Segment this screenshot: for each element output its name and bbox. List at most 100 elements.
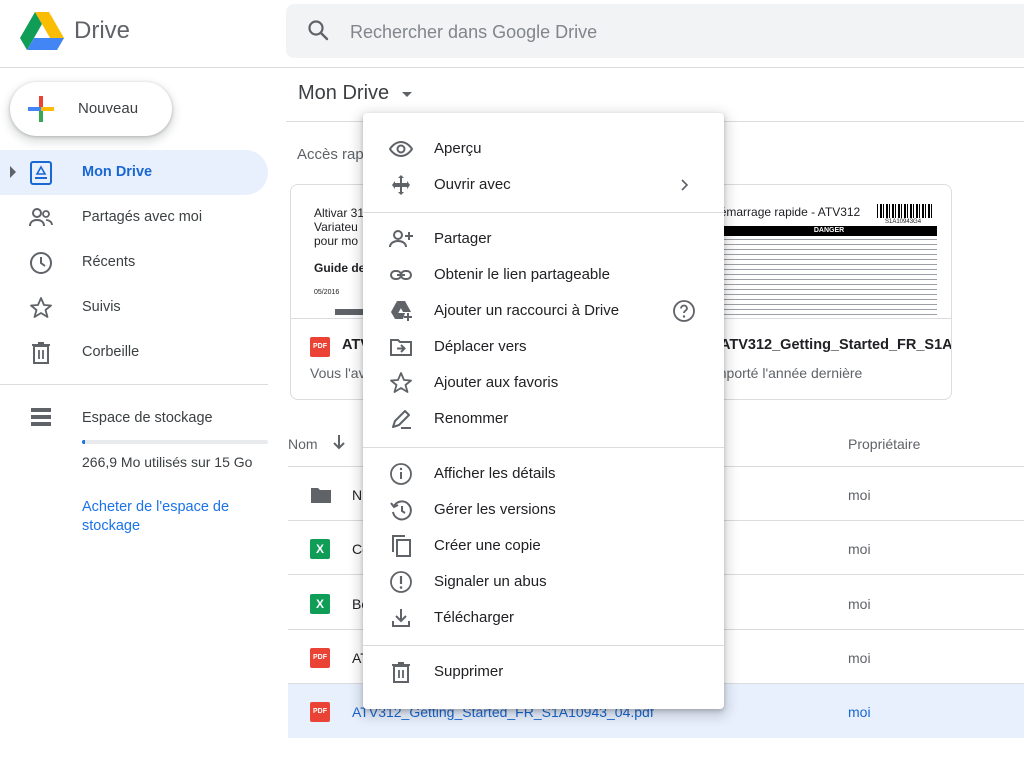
star-icon (28, 295, 54, 321)
thumb-date: 05/2016 (314, 289, 340, 296)
menu-item-rename[interactable]: Renommer (363, 401, 724, 437)
thumb-text-line: pour mo (314, 234, 359, 248)
menu-item-move-to[interactable]: Déplacer vers (363, 329, 724, 365)
menu-divider (363, 645, 724, 646)
buy-storage-link[interactable]: Acheter de l'espace de stockage (82, 498, 262, 536)
sidebar-item-label: Partagés avec moi (82, 209, 203, 225)
file-owner: moi (848, 650, 871, 666)
sidebar-item-my-drive[interactable]: Mon Drive (0, 150, 268, 195)
search-icon[interactable] (306, 18, 330, 42)
file-thumbnail: Guide de démarrage rapide - ATV312 S1A10… (701, 185, 951, 319)
menu-item-delete[interactable]: Supprimer (363, 654, 724, 690)
sidebar-item-label: Corbeille (82, 344, 140, 360)
trash-icon (28, 340, 54, 366)
menu-item-label: Aperçu (434, 140, 482, 157)
file-owner: moi (848, 704, 871, 720)
card-subtitle: Vous l'av (310, 365, 366, 381)
search-input[interactable]: Rechercher dans Google Drive (350, 22, 597, 43)
history-icon (389, 498, 413, 522)
file-owner: moi (848, 541, 871, 557)
info-icon (389, 462, 413, 486)
menu-divider (363, 212, 724, 213)
new-button[interactable]: Nouveau (10, 82, 172, 136)
menu-item-label: Créer une copie (434, 537, 541, 554)
move-arrows-icon (389, 173, 413, 197)
sidebar-item-label: Mon Drive (82, 164, 153, 180)
thumb-heading: Guide de (314, 261, 366, 275)
pdf-icon: PDF (310, 648, 330, 668)
menu-item-label: Renommer (434, 410, 509, 427)
help-icon[interactable] (672, 299, 696, 323)
spreadsheet-icon: X (310, 539, 330, 559)
page-title[interactable]: Mon Drive (298, 82, 389, 105)
menu-item-share[interactable]: Partager (363, 221, 724, 257)
top-bar: Drive Rechercher dans Google Drive (0, 0, 1024, 68)
menu-item-open-with[interactable]: Ouvrir avec (363, 167, 724, 203)
card-subtitle: Importé l'année dernière (711, 365, 863, 381)
column-header-owner[interactable]: Propriétaire (848, 436, 920, 452)
search-bar[interactable]: Rechercher dans Google Drive (286, 4, 1024, 58)
menu-item-make-copy[interactable]: Créer une copie (363, 528, 724, 564)
menu-item-details[interactable]: Afficher les détails (363, 456, 724, 492)
thumb-title: Guide de démarrage rapide - ATV312 (701, 205, 861, 219)
quick-access-card[interactable]: Guide de démarrage rapide - ATV312 S1A10… (700, 184, 952, 400)
menu-item-preview[interactable]: Aperçu (363, 131, 724, 167)
thumb-text-line: Variateu (314, 220, 358, 234)
storage-usage-text: 266,9 Mo utilisés sur 15 Go (82, 454, 253, 470)
star-outline-icon (389, 371, 413, 395)
menu-item-label: Déplacer vers (434, 338, 527, 355)
storage-label: Espace de stockage (82, 410, 213, 426)
clock-icon (28, 250, 54, 276)
menu-item-download[interactable]: Télécharger (363, 600, 724, 636)
report-icon (389, 570, 413, 594)
barcode-number: S1A10943G4 (885, 219, 922, 225)
sidebar-item-starred[interactable]: Suivis (0, 285, 268, 330)
copy-icon (389, 534, 413, 558)
folder-move-icon (389, 335, 413, 359)
person-add-icon (389, 227, 413, 251)
sidebar-item-shared[interactable]: Partagés avec moi (0, 195, 268, 240)
menu-item-get-link[interactable]: Obtenir le lien partageable (363, 257, 724, 293)
sort-arrow-down-icon[interactable] (331, 433, 347, 451)
danger-banner: DANGER (721, 226, 937, 236)
storage-progress-bar (82, 440, 268, 444)
menu-item-report-abuse[interactable]: Signaler un abus (363, 564, 724, 600)
menu-divider (363, 447, 724, 448)
eye-icon (389, 137, 413, 161)
app-brand[interactable]: Drive (74, 17, 130, 45)
barcode-icon (877, 204, 933, 218)
sidebar-item-label: Suivis (82, 299, 121, 315)
file-owner: moi (848, 487, 871, 503)
sidebar-item-recent[interactable]: Récents (0, 240, 268, 285)
menu-item-label: Ouvrir avec (434, 176, 511, 193)
chevron-down-icon[interactable] (402, 92, 412, 97)
storage-icon (28, 404, 54, 430)
drive-shortcut-icon (389, 299, 413, 323)
people-icon (28, 205, 54, 231)
menu-item-label: Supprimer (434, 663, 504, 680)
column-header-name[interactable]: Nom (288, 436, 318, 452)
file-owner: moi (848, 596, 871, 612)
trash-icon (389, 660, 413, 684)
context-menu: Aperçu Ouvrir avec Partager Obtenir le l… (363, 113, 724, 709)
new-button-label: Nouveau (78, 100, 139, 117)
card-file-name: ATV312_Getting_Started_FR_S1A10… (720, 337, 952, 353)
download-icon (389, 606, 413, 630)
menu-item-label: Télécharger (434, 609, 515, 626)
expand-caret-icon[interactable] (10, 166, 16, 178)
pencil-icon (389, 407, 413, 431)
menu-item-add-favorite[interactable]: Ajouter aux favoris (363, 365, 724, 401)
chevron-right-icon (672, 173, 696, 197)
sidebar-item-trash[interactable]: Corbeille (0, 330, 268, 375)
drive-logo-icon[interactable] (20, 12, 64, 52)
menu-item-label: Afficher les détails (434, 465, 556, 482)
file-thumbnail: Altivar 31 Variateu pour mo Guide de 05/… (291, 185, 369, 319)
menu-item-versions[interactable]: Gérer les versions (363, 492, 724, 528)
folder-icon (310, 485, 331, 505)
file-name: N (352, 487, 363, 503)
menu-item-add-shortcut[interactable]: Ajouter un raccourci à Drive (363, 293, 724, 329)
quick-access-card[interactable]: Altivar 31 Variateu pour mo Guide de 05/… (290, 184, 370, 400)
thumb-image (335, 309, 365, 315)
menu-item-label: Gérer les versions (434, 501, 556, 518)
spreadsheet-icon: X (310, 594, 330, 614)
